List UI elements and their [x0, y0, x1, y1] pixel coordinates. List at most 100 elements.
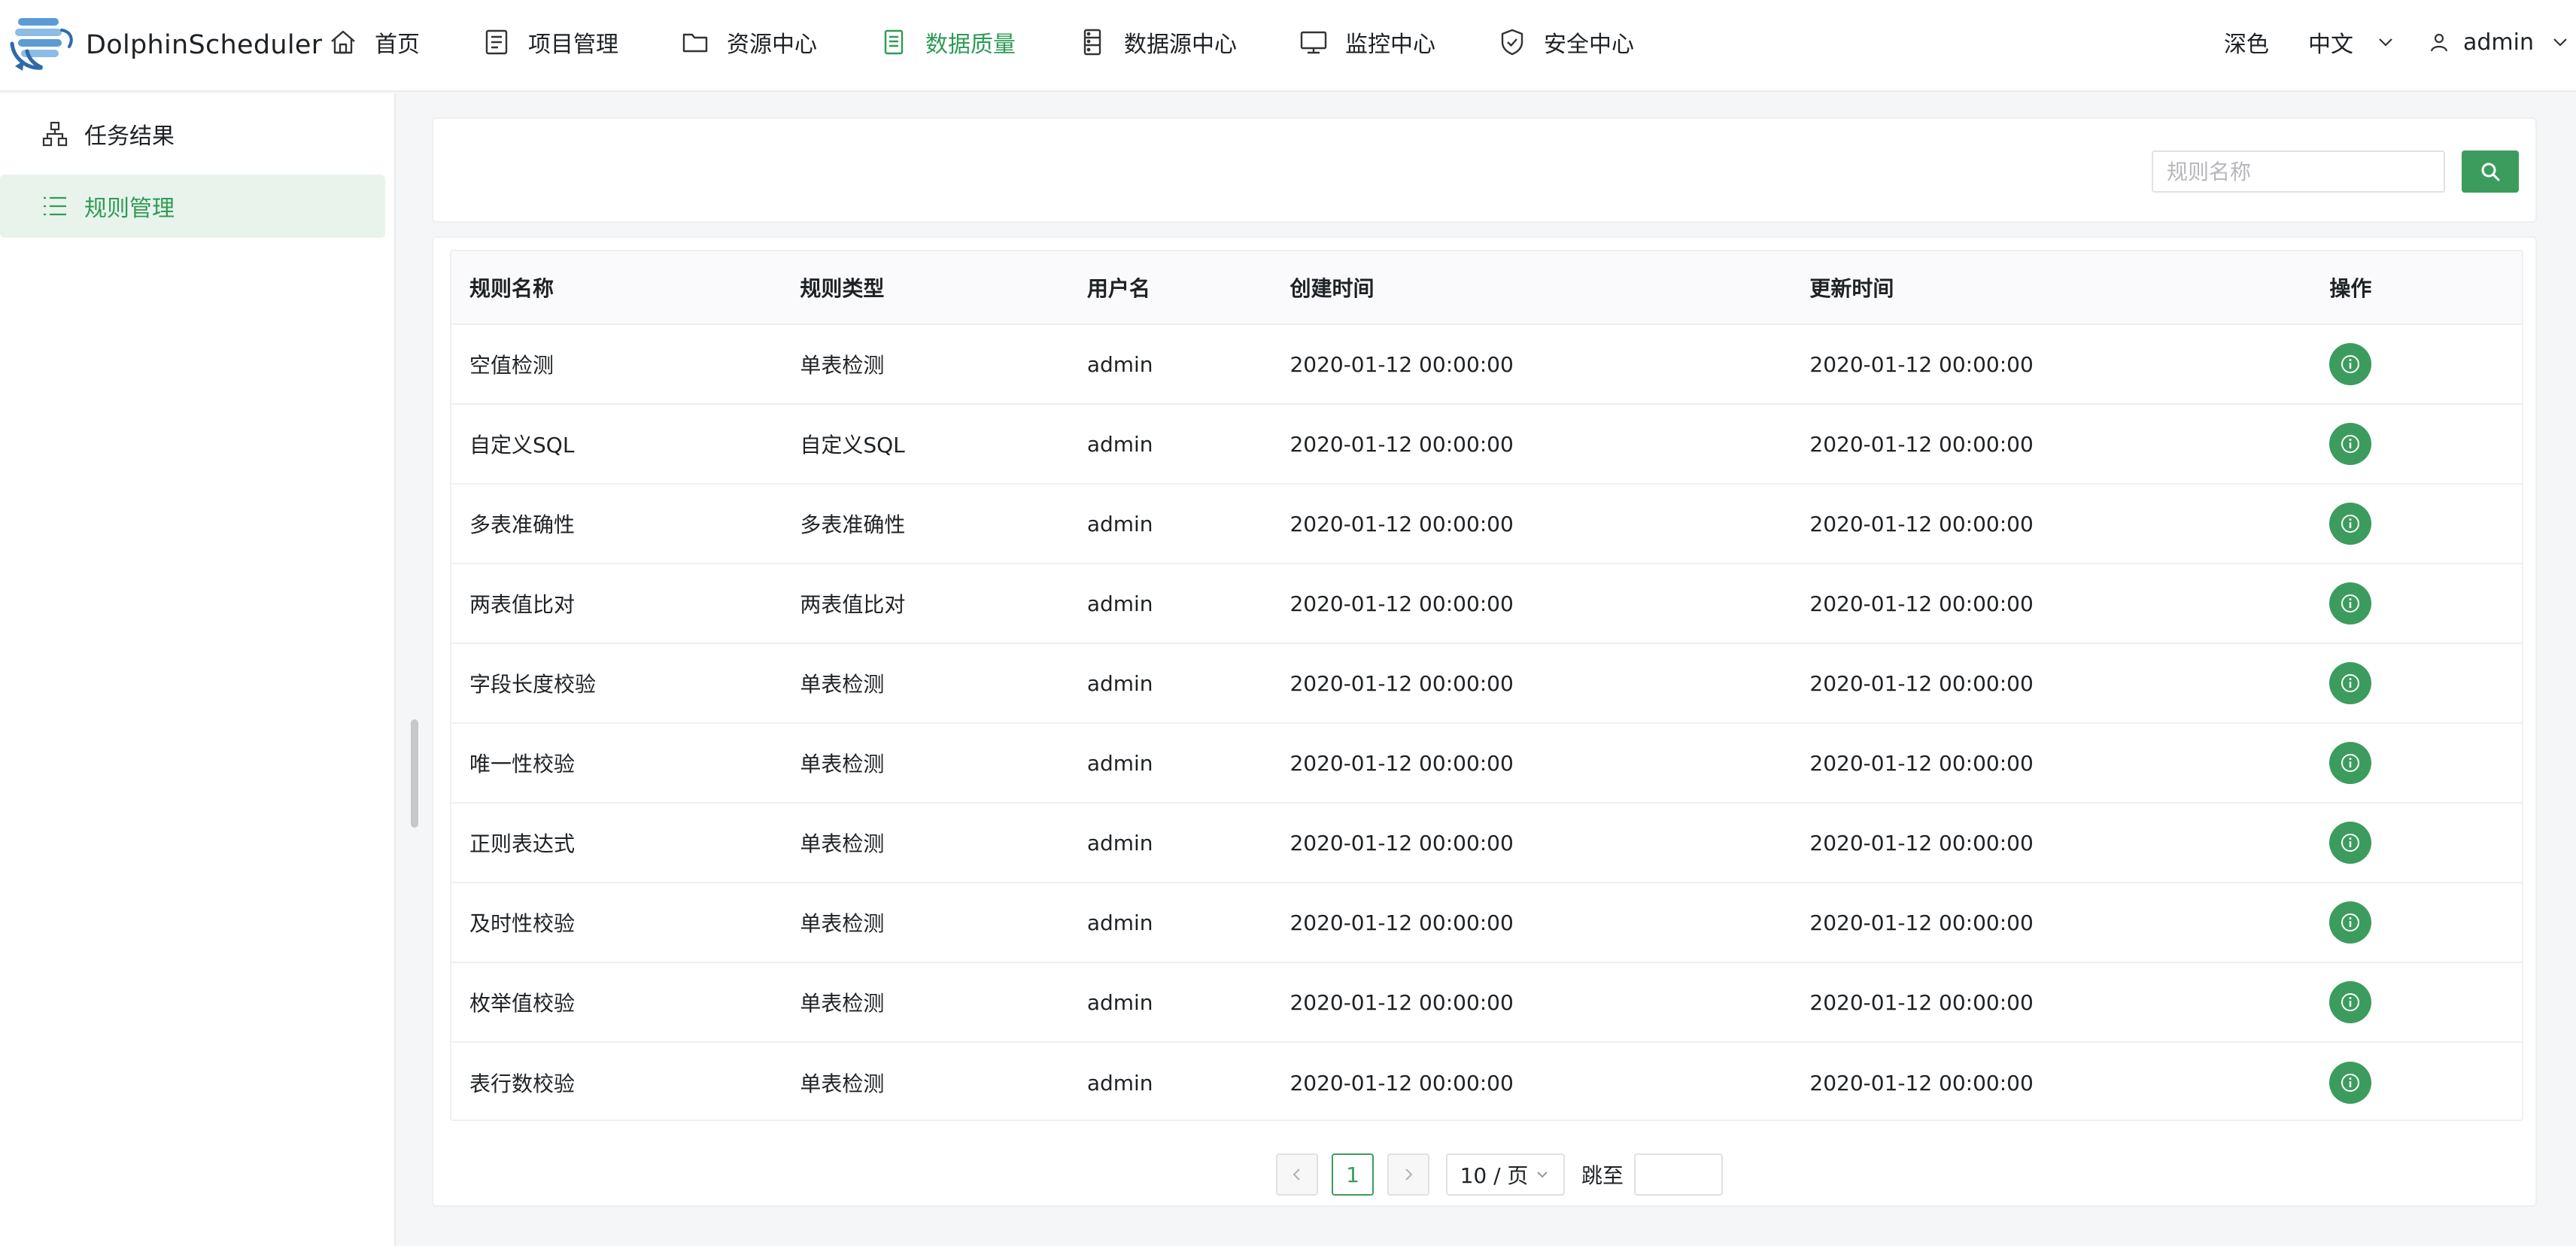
info-icon [2341, 754, 2360, 772]
rule-detail-button[interactable] [2329, 901, 2372, 944]
create-time-cell: 2020-01-12 00:00:00 [1290, 989, 1514, 1015]
list-icon [44, 196, 66, 216]
nav-home[interactable]: 首页 [328, 26, 420, 59]
rule-name-cell: 两表值比对 [469, 592, 576, 617]
sidebar-item-task-result[interactable]: 任务结果 [0, 102, 385, 166]
update-time-cell: 2020-01-12 00:00:00 [1809, 830, 2034, 855]
rule-name-cell: 字段长度校验 [469, 672, 597, 697]
info-icon [2341, 993, 2360, 1011]
table-row: 多表准确性 多表准确性 admin 2020-01-12 00:00:00 2020-0… [451, 485, 2522, 564]
chevron-right-icon [1405, 1169, 1413, 1181]
update-time-cell: 2020-01-12 00:00:00 [1809, 511, 2034, 536]
update-time-cell: 2020-01-12 00:00:00 [1809, 591, 2034, 616]
create-time-cell: 2020-01-12 00:00:00 [1290, 511, 1514, 536]
project-icon [485, 29, 508, 55]
page-size-select[interactable]: 10 / 页 [1446, 1153, 1565, 1196]
update-time-cell: 2020-01-12 00:00:00 [1809, 351, 2034, 377]
nav-datasource-center[interactable]: 数据源中心 [1077, 26, 1237, 59]
create-time-cell: 2020-01-12 00:00:00 [1290, 750, 1514, 776]
actions-cell [2311, 503, 2522, 545]
create-time-cell: 2020-01-12 00:00:00 [1290, 830, 1514, 855]
update-time-cell: 2020-01-12 00:00:00 [1809, 1070, 2034, 1096]
table-row: 唯一性校验 单表检测 admin 2020-01-12 00:00:00 2020-01… [451, 724, 2522, 804]
username-cell: admin [1086, 670, 1153, 696]
rule-detail-button[interactable] [2329, 423, 2372, 465]
table-row: 及时性校验 单表检测 admin 2020-01-12 00:00:00 2020-01… [451, 883, 2522, 963]
create-time-cell: 2020-01-12 00:00:00 [1290, 670, 1514, 696]
page-number-button[interactable]: 1 [1332, 1153, 1374, 1196]
rule-type-cell: 单表检测 [800, 831, 885, 856]
create-time-cell: 2020-01-12 00:00:00 [1290, 351, 1514, 377]
user-icon [2430, 33, 2448, 52]
column-header-rule-type: 规则类型 [800, 276, 885, 301]
search-button[interactable] [2462, 150, 2519, 193]
rule-detail-button[interactable] [2329, 1062, 2372, 1104]
actions-cell [2311, 662, 2522, 704]
table-row: 自定义SQL 自定义SQL admin 2020-01-12 00:00:00 2020… [451, 405, 2522, 485]
dolphin-logo-icon [10, 18, 73, 71]
folder-icon [682, 33, 708, 53]
rule-detail-button[interactable] [2329, 822, 2372, 864]
create-time-cell: 2020-01-12 00:00:00 [1290, 910, 1514, 935]
language-select[interactable]: 中文 [2308, 26, 2395, 59]
jump-to-page-input[interactable] [1634, 1153, 1724, 1196]
info-icon [2341, 515, 2360, 533]
info-icon [2341, 1074, 2360, 1092]
update-time-cell: 2020-01-12 00:00:00 [1809, 750, 2034, 776]
actions-cell [2311, 343, 2522, 385]
actions-cell [2311, 822, 2522, 864]
info-icon [2341, 355, 2360, 373]
monitor-icon [1300, 31, 1327, 54]
column-header-rule-name: 规则名称 [469, 276, 554, 301]
username-cell: admin [1086, 431, 1153, 457]
rule-name-cell: 空值检测 [469, 353, 554, 378]
actions-cell [2311, 901, 2522, 944]
user-menu[interactable]: admin [2429, 29, 2570, 56]
rule-type-cell: 单表检测 [800, 991, 885, 1016]
nav-security-center[interactable]: 安全中心 [1497, 26, 1634, 59]
rule-detail-button[interactable] [2329, 503, 2372, 545]
rule-detail-button[interactable] [2329, 742, 2372, 784]
create-time-cell: 2020-01-12 00:00:00 [1290, 591, 1514, 616]
rule-detail-button[interactable] [2329, 662, 2372, 704]
create-time-cell: 2020-01-12 00:00:00 [1290, 1070, 1514, 1096]
rule-type-cell: 单表检测 [800, 911, 885, 936]
table-header: 规则名称 规则类型 用户名 创建时间 更新时间 操作 [451, 251, 2522, 325]
rule-name-search-input[interactable] [2152, 150, 2445, 193]
rule-detail-button[interactable] [2329, 981, 2372, 1023]
info-icon [2341, 674, 2360, 692]
update-time-cell: 2020-01-12 00:00:00 [1809, 431, 2034, 457]
actions-cell [2311, 582, 2522, 625]
page-size-label: 10 / 页 [1460, 1163, 1529, 1188]
nav-monitor-center[interactable]: 监控中心 [1299, 26, 1435, 59]
username-cell: admin [1086, 591, 1153, 616]
rule-type-cell: 单表检测 [800, 672, 885, 697]
theme-toggle[interactable]: 深色 [2224, 26, 2269, 59]
info-icon [2341, 834, 2360, 852]
table-row: 两表值比对 两表值比对 admin 2020-01-12 00:00:00 2020-0… [451, 564, 2522, 644]
home-icon [331, 30, 355, 54]
rule-detail-button[interactable] [2329, 582, 2372, 625]
nav-home-label: 首页 [375, 32, 420, 58]
actions-cell [2311, 1062, 2522, 1104]
prev-page-button[interactable] [1276, 1153, 1318, 1196]
actions-cell [2311, 742, 2522, 784]
next-page-button[interactable] [1387, 1153, 1429, 1196]
nav-data-quality[interactable]: 数据质量 [879, 26, 1016, 59]
nav-project-management[interactable]: 项目管理 [481, 26, 618, 59]
app-logo[interactable]: DolphinScheduler [8, 14, 322, 77]
datasource-icon [1083, 29, 1101, 56]
header-right: 深色 中文 admin [2224, 0, 2576, 84]
nav-resource-center[interactable]: 资源中心 [680, 26, 817, 59]
sidebar-item-label: 规则管理 [84, 196, 175, 222]
rule-name-cell: 正则表达式 [469, 831, 576, 856]
sidebar-item-rule-management[interactable]: 规则管理 [0, 175, 385, 238]
task-result-icon [42, 121, 68, 147]
sidebar-scrollbar[interactable] [411, 719, 418, 828]
nav-data-quality-label: 数据质量 [925, 32, 1016, 58]
rule-detail-button[interactable] [2329, 343, 2372, 385]
username-cell: admin [1086, 830, 1153, 855]
update-time-cell: 2020-01-12 00:00:00 [1809, 910, 2034, 935]
rule-name-cell: 枚举值校验 [469, 991, 576, 1016]
username-cell: admin [1086, 1070, 1153, 1096]
